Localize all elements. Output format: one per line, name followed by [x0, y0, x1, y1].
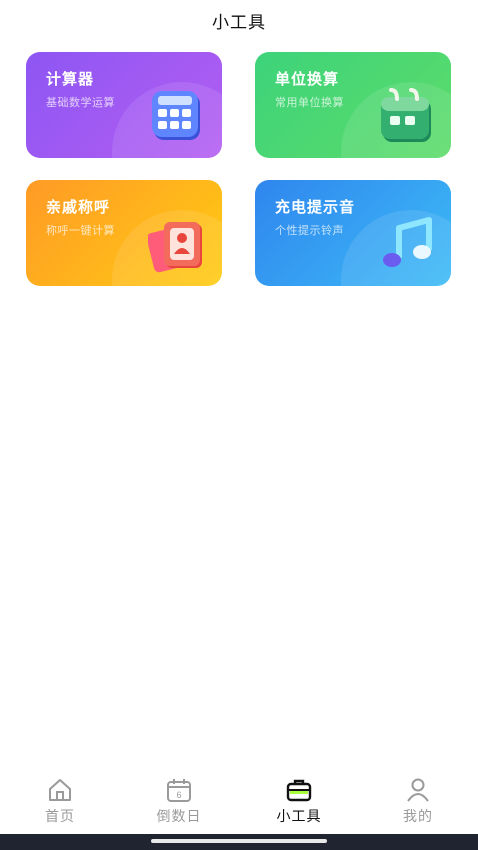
tab-label: 倒数日 [156, 809, 202, 825]
tab-label: 我的 [403, 809, 433, 825]
page-title: 小工具 [212, 13, 266, 33]
card-title: 计算器 [46, 70, 95, 88]
card-subtitle: 常用单位换算 [275, 96, 344, 109]
calculator-card[interactable]: 计算器 基础数学运算 [26, 52, 222, 158]
header: 小工具 [0, 0, 478, 40]
card-subtitle: 称呼一键计算 [46, 224, 115, 237]
home-indicator[interactable] [151, 839, 327, 843]
relatives-card[interactable]: 亲戚称呼 称呼一键计算 [26, 180, 222, 286]
toolbox-icon [286, 779, 312, 802]
user-icon [407, 778, 429, 802]
card-title: 充电提示音 [275, 198, 356, 216]
calculator-icon [152, 91, 200, 140]
card-title: 单位换算 [275, 70, 340, 88]
contact-card-icon [148, 222, 202, 273]
tab-tools[interactable]: 小工具 [259, 776, 339, 832]
card-subtitle: 个性提示铃声 [275, 224, 344, 237]
system-navigation-bar [0, 834, 478, 850]
card-title: 亲戚称呼 [46, 198, 111, 216]
calendar-6-icon: 6 [167, 779, 191, 802]
tab-label: 小工具 [276, 809, 322, 825]
charging-ringtone-card[interactable]: 充电提示音 个性提示铃声 [255, 180, 451, 286]
tab-mine[interactable]: 我的 [378, 776, 458, 832]
tab-countdown[interactable]: 6 倒数日 [139, 776, 219, 832]
tab-label: 首页 [45, 809, 75, 825]
music-note-icon [383, 217, 432, 267]
home-icon [49, 779, 71, 801]
calendar-day-number: 6 [176, 790, 181, 800]
calendar-icon [381, 88, 431, 142]
card-subtitle: 基础数学运算 [46, 96, 115, 109]
bottom-tab-bar: 首页 6 倒数日 小工具 我的 [0, 770, 478, 834]
unit-conversion-card[interactable]: 单位换算 常用单位换算 [255, 52, 451, 158]
tab-home[interactable]: 首页 [20, 776, 100, 832]
